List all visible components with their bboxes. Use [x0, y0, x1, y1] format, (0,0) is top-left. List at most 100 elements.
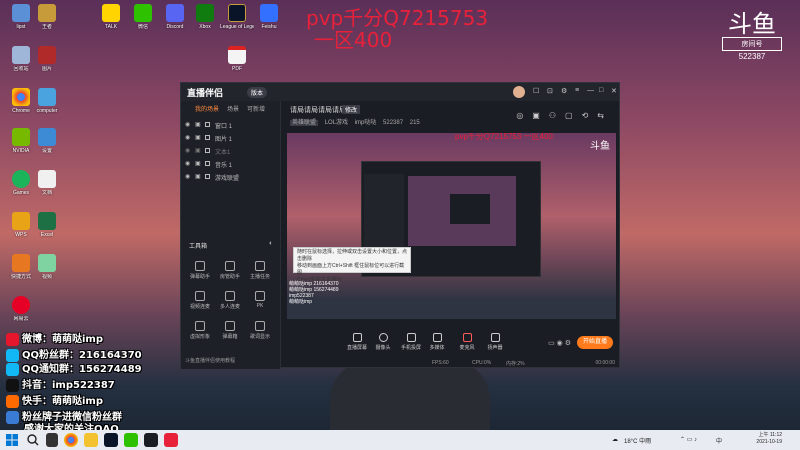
tool-danmaku-box[interactable]: 弹幕箱 [215, 321, 245, 340]
desktop-icon[interactable]: computer [30, 88, 64, 114]
computer-icon [38, 88, 56, 106]
lock-icon[interactable]: ▣ [195, 173, 201, 180]
viewer-count: 215 [409, 120, 420, 126]
folder-icon[interactable] [84, 433, 98, 447]
eye-icon[interactable]: ◉ [185, 173, 190, 180]
eye-icon[interactable]: ◉ [185, 134, 190, 141]
minimize-button[interactable]: — [587, 87, 594, 94]
desktop-icon[interactable]: 微信 [126, 4, 160, 30]
maximize-button[interactable]: □ [599, 87, 603, 94]
netease-music-icon [12, 296, 30, 314]
tab-scene[interactable]: 场景 [227, 104, 239, 113]
weather-readout[interactable]: 18°C 中雨 [624, 436, 651, 445]
live-companion-taskbar-icon[interactable] [144, 433, 158, 447]
chrome-taskbar-icon[interactable] [64, 433, 78, 447]
lock-icon[interactable]: ▣ [195, 121, 201, 128]
eye-icon[interactable]: ◉ [185, 160, 190, 167]
lock-icon[interactable]: ▣ [195, 134, 201, 141]
category-tag[interactable]: 英雄联盟 [290, 120, 319, 126]
window-titlebar[interactable]: 直播伴侣 版本 ☐ ⊡ ⚙ ≡ — □ ✕ [181, 83, 619, 101]
gear-icon[interactable]: ⚙ [561, 87, 567, 95]
menu-icon[interactable]: ≡ [575, 87, 579, 94]
source-item[interactable]: ◉ ▣ 文本1 [185, 145, 277, 157]
source-item[interactable]: ◉ ▣ 图片 1 [185, 132, 277, 144]
tool-avatar[interactable]: 虚拟形象 [185, 321, 215, 340]
close-button[interactable]: ✕ [611, 87, 617, 95]
douyu-logo: 斗鱼 [728, 10, 776, 38]
tool-video-link[interactable]: 视频连麦 [185, 291, 215, 310]
music-source-icon [205, 161, 210, 166]
speaker-button[interactable]: 扬声器 [478, 333, 512, 351]
danmaku-icon [195, 261, 205, 271]
desktop-icon[interactable]: Xbox [188, 4, 222, 30]
eye-icon[interactable]: ◉ [185, 121, 190, 128]
edit-title-button[interactable]: 修改 [342, 105, 361, 114]
media-button[interactable]: 多媒体 [420, 333, 454, 351]
desktop-icon[interactable]: PDF [220, 46, 254, 72]
weibo-info: 微博：萌萌哒imp [6, 330, 103, 346]
douyin-icon [6, 378, 19, 392]
desktop-icon[interactable]: 王者 [30, 4, 64, 30]
room-title: 请局请局请局请局 [290, 107, 346, 114]
desktop-icon[interactable]: Feishu [252, 4, 286, 30]
tab-add[interactable]: 可新增 [247, 104, 265, 113]
desktop-icon[interactable]: 文档 [30, 170, 64, 196]
desktop-icon[interactable]: League of Legends [220, 4, 254, 30]
streamer-name: imp哒哒 [354, 120, 377, 126]
clock[interactable]: 上午 11:12 2021-10-19 [756, 432, 782, 446]
douyu-taskbar-icon[interactable] [164, 433, 178, 447]
source-item[interactable]: ◉ ▣ 窗口 1 [185, 119, 277, 131]
screen-icon[interactable]: ☐ [533, 87, 539, 95]
desktop-icon[interactable]: TALK [94, 4, 128, 30]
tutorial-link[interactable]: 斗鱼直播伴侣使用教程 [185, 357, 235, 364]
desktop-icon[interactable]: 图片 [30, 46, 64, 72]
status-bar: FPS:60 CPU:0% 内存:2% 00:00:00 [282, 357, 621, 369]
badge-icon [6, 410, 19, 424]
feishu-icon [260, 4, 278, 22]
tray-icons[interactable]: ⌃ ▭ ♪ [680, 436, 697, 443]
desktop-icon[interactable]: 网易云 [4, 296, 38, 322]
stream-preview[interactable]: pvp千分Q7215753 一区400 斗鱼 随时在鼠标选择，拉伸或双击设置大小… [287, 133, 616, 319]
source-item[interactable]: ◉ ▣ 音乐 1 [185, 158, 277, 170]
tool-lyrics[interactable]: 歌词显示 [245, 321, 275, 340]
windows-start-icon[interactable] [6, 434, 18, 446]
phone-icon [406, 333, 416, 342]
user-avatar[interactable] [513, 86, 525, 98]
recursive-preview-nested [450, 194, 490, 224]
search-icon[interactable] [26, 433, 40, 447]
video-link-icon [195, 291, 205, 301]
weather-icon[interactable]: ☁ [612, 436, 618, 443]
source-item[interactable]: ◉ ▣ 游戏联盟 [185, 171, 277, 183]
avatar-icon [195, 321, 205, 331]
lock-icon[interactable]: ▣ [195, 160, 201, 167]
tool-room-manager[interactable]: 房管助手 [215, 261, 245, 280]
tool-danmaku-assistant[interactable]: 弹幕助手 [185, 261, 215, 280]
tab-my-scene[interactable]: 我的场景 [195, 104, 219, 113]
task-view-icon[interactable] [46, 433, 58, 447]
version-badge[interactable]: 版本 [247, 87, 268, 98]
tool-pk[interactable]: PK [245, 291, 275, 309]
tool-multi-link[interactable]: 多人连麦 [215, 291, 245, 310]
live-companion-window[interactable]: 直播伴侣 版本 ☐ ⊡ ⚙ ≡ — □ ✕ 我的场景 场景 可新增 ◉ ▣ 窗口 1… [180, 82, 621, 369]
eye-icon[interactable]: ◉ [185, 147, 190, 154]
record-controls-icons[interactable]: ▭ ◉ ⚙ [548, 339, 571, 347]
wechat-taskbar-icon[interactable] [124, 433, 138, 447]
desktop-icon[interactable]: 设置 [30, 128, 64, 154]
desktop-icon[interactable]: Excel [30, 212, 64, 238]
room-meta: 英雄联盟 LOL游戏 imp哒哒 522387 215 [290, 117, 425, 126]
toolbox-settings-icon[interactable]: ◐ [269, 240, 273, 247]
window-icon[interactable]: ⊡ [547, 87, 553, 95]
start-live-button[interactable]: 开始直播 [577, 336, 613, 349]
douyu-brand: 斗鱼 房间号 522387 [722, 12, 782, 61]
tool-streamer-task[interactable]: 主播任务 [245, 261, 275, 280]
discord-icon [166, 4, 184, 22]
text-source-icon [205, 148, 210, 153]
lock-icon[interactable]: ▣ [195, 147, 201, 154]
desktop-icon[interactable]: Discord [158, 4, 192, 30]
desktop-icon[interactable]: 视频 [30, 254, 64, 280]
recursive-preview [408, 176, 516, 246]
lol-taskbar-icon[interactable] [104, 433, 118, 447]
main-toolbar-icons[interactable]: ◎▣⚇▢⟲⇆ [516, 111, 613, 120]
video-icon [38, 254, 56, 272]
language-indicator[interactable]: 中 [716, 436, 722, 445]
